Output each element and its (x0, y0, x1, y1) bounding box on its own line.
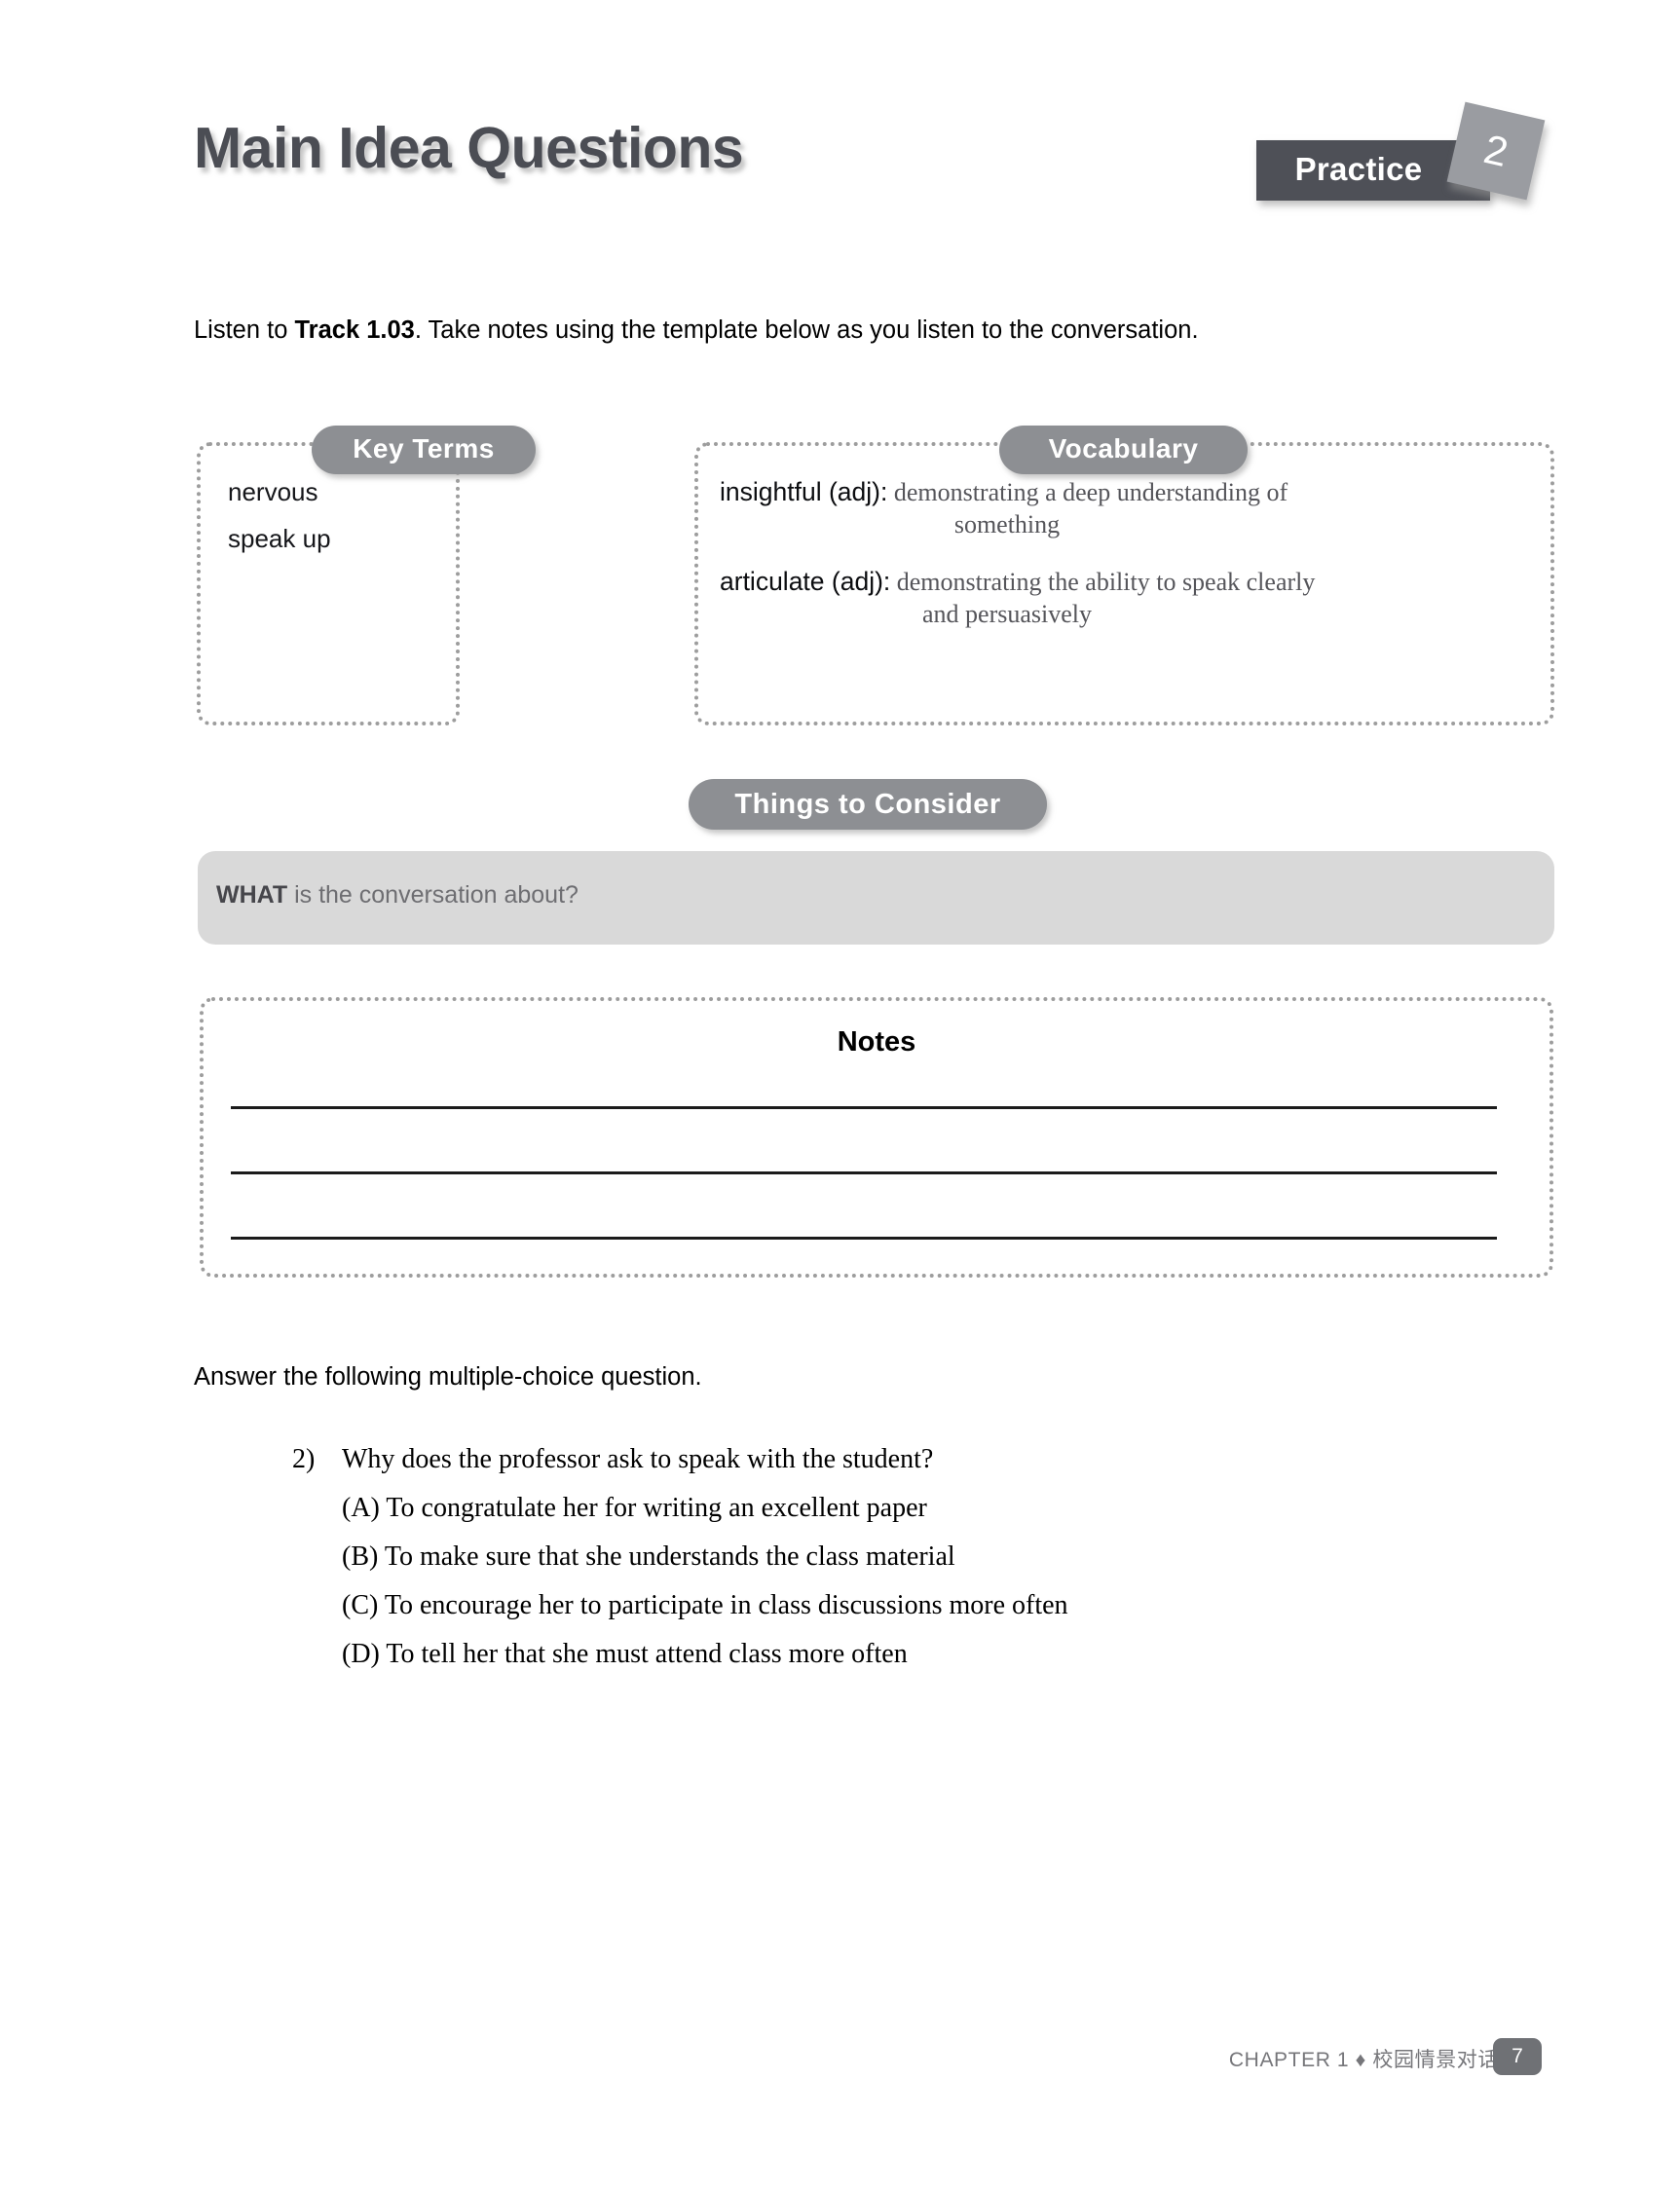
question-option-b[interactable]: (B) To make sure that she understands th… (342, 1541, 955, 1573)
practice-badge-label: Practice (1294, 151, 1423, 187)
note-writing-line[interactable] (231, 1171, 1497, 1174)
what-keyword: WHAT (216, 881, 288, 909)
footer-chapter-info: CHAPTER 1 ♦ 校园情景对话 (1229, 2044, 1499, 2073)
notes-title: Notes (837, 1026, 916, 1058)
footer-chapter-title: 校园情景对话 (1372, 2049, 1499, 2071)
what-question-box: WHAT is the conversation about? (198, 851, 1554, 945)
key-term-item: speak up (228, 524, 331, 553)
key-terms-label: Key Terms (312, 426, 536, 474)
vocabulary-word: articulate (adj): (720, 567, 891, 596)
page-title: Main Idea Questions (194, 116, 744, 180)
vocabulary-definition: demonstrating a deep understanding of (887, 478, 1288, 506)
key-terms-box: nervous speak up (197, 442, 460, 725)
vocabulary-definition-continued: and persuasively (921, 600, 1092, 628)
question-option-a[interactable]: (A) To congratulate her for writing an e… (342, 1493, 927, 1524)
key-term-item: nervous (228, 477, 318, 506)
footer-chapter: CHAPTER 1 (1228, 2049, 1350, 2071)
vocabulary-word: insightful (adj): (720, 477, 888, 506)
vocabulary-box: insightful (adj): demonstrating a deep u… (694, 442, 1554, 725)
listen-instruction-suffix: . Take notes using the template below as… (414, 316, 1199, 344)
vocabulary-definition-continued: something (953, 510, 1061, 538)
notes-box: Notes (200, 997, 1553, 1278)
question-option-d[interactable]: (D) To tell her that she must attend cla… (342, 1639, 908, 1670)
question-stem: Why does the professor ask to speak with… (342, 1444, 934, 1474)
question-option-c[interactable]: (C) To encourage her to participate in c… (342, 1590, 1068, 1621)
track-label: Track 1.03 (294, 316, 415, 344)
vocabulary-entry: articulate (adj): demonstrating the abil… (720, 567, 1538, 629)
things-to-consider-label: Things to Consider (689, 779, 1047, 830)
question-number: 2) (292, 1444, 316, 1474)
page-number-label: 7 (1512, 2045, 1523, 2067)
page-number-badge: 7 (1493, 2038, 1542, 2075)
vocabulary-entry: insightful (adj): demonstrating a deep u… (720, 477, 1538, 539)
vocabulary-label: Vocabulary (999, 426, 1248, 474)
listen-instruction: Listen to Track 1.03. Take notes using t… (194, 316, 1199, 345)
worksheet-page: Main Idea Questions Practice 2 Listen to… (0, 0, 1680, 2191)
what-question-text: WHAT is the conversation about? (216, 881, 579, 910)
note-writing-line[interactable] (231, 1106, 1497, 1109)
diamond-icon: ♦ (1355, 2049, 1366, 2071)
answer-instruction: Answer the following multiple-choice que… (194, 1363, 702, 1391)
note-writing-line[interactable] (231, 1237, 1497, 1240)
vocabulary-definition: demonstrating the ability to speak clear… (890, 568, 1316, 596)
what-question-rest: is the conversation about? (287, 881, 579, 909)
listen-instruction-prefix: Listen to (194, 316, 295, 344)
